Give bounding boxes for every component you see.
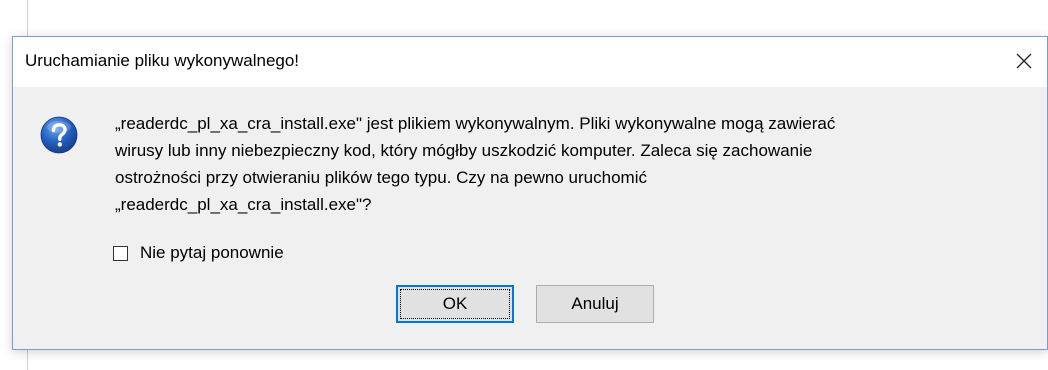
close-icon — [1016, 53, 1032, 69]
executable-warning-dialog: Uruchamianie pliku wykonywalnego! „reade… — [12, 36, 1048, 350]
dont-ask-again-checkbox-row[interactable]: Nie pytaj ponownie — [113, 243, 284, 263]
dialog-title: Uruchamianie pliku wykonywalnego! — [25, 51, 300, 70]
close-button[interactable] — [1001, 37, 1047, 87]
message-line: „readerdc_pl_xa_cra_install.exe"? — [115, 195, 372, 214]
dont-ask-again-checkbox[interactable] — [113, 245, 128, 261]
dialog-titlebar[interactable]: Uruchamianie pliku wykonywalnego! — [13, 37, 1047, 87]
message-line: wirusy lub inny niebezpieczny kod, który… — [115, 141, 813, 160]
dont-ask-again-label[interactable]: Nie pytaj ponownie — [140, 243, 284, 263]
cancel-button[interactable]: Anuluj — [536, 285, 654, 323]
question-icon — [40, 116, 78, 154]
focus-ring — [400, 289, 510, 319]
message-line: „readerdc_pl_xa_cra_install.exe" jest pl… — [115, 114, 836, 133]
dialog-message: „readerdc_pl_xa_cra_install.exe" jest pl… — [115, 110, 1015, 218]
ok-button[interactable]: OK — [396, 285, 514, 323]
message-line: ostrożności przy otwieraniu plików tego … — [115, 168, 647, 187]
